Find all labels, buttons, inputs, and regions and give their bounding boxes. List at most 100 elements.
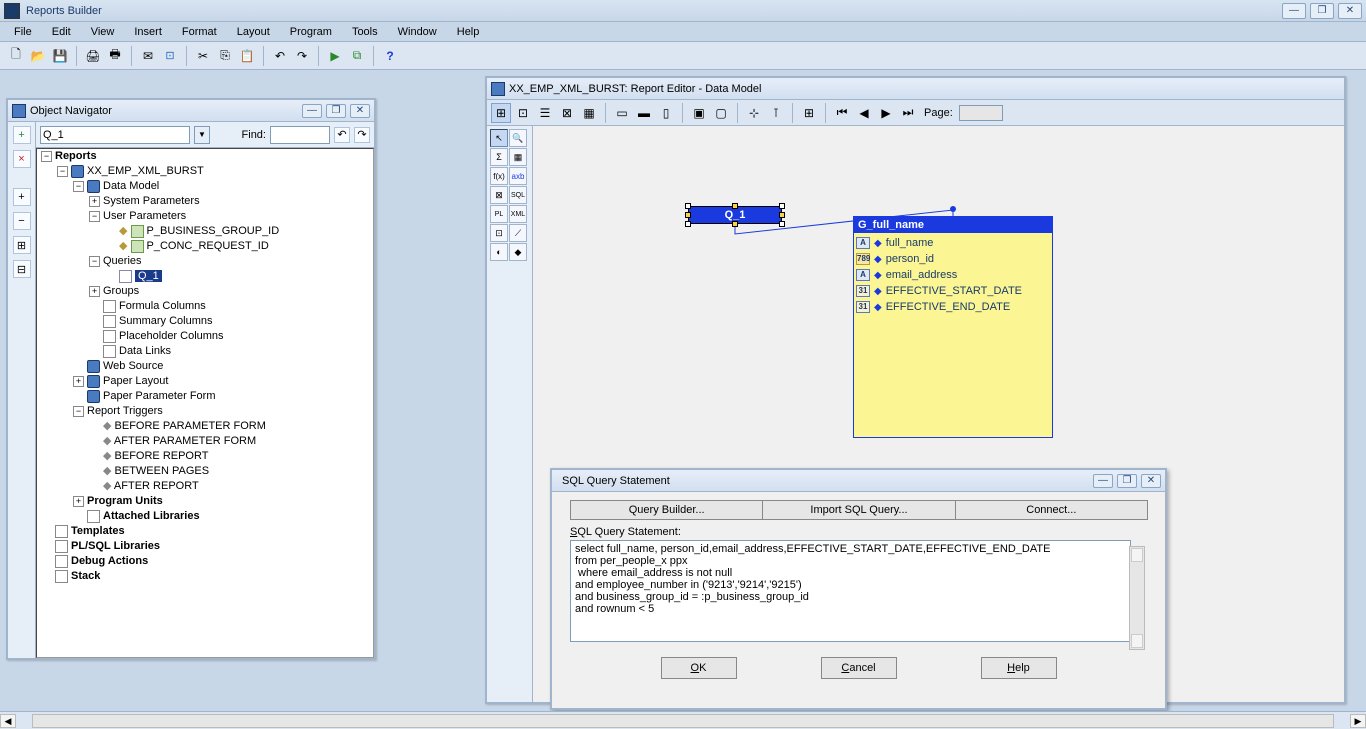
grid-icon[interactable]: ⊞ bbox=[799, 103, 819, 123]
tree-report[interactable]: XX_EMP_XML_BURST bbox=[87, 165, 204, 177]
restore-button[interactable]: ❐ bbox=[1310, 3, 1334, 19]
crossprod-icon[interactable]: ⊠ bbox=[490, 186, 508, 204]
tree-t-before-pf[interactable]: BEFORE PARAMETER FORM bbox=[115, 420, 266, 432]
tree-t-between[interactable]: BETWEEN PAGES bbox=[115, 465, 210, 477]
placeholder-icon[interactable]: f(x) bbox=[490, 167, 508, 185]
menu-program[interactable]: Program bbox=[280, 24, 342, 40]
menu-format[interactable]: Format bbox=[172, 24, 227, 40]
tree-datalinks[interactable]: Data Links bbox=[119, 345, 171, 357]
tree-debug[interactable]: Debug Actions bbox=[71, 555, 148, 567]
query-node[interactable]: Q_1 bbox=[688, 206, 782, 224]
sql-close-button[interactable]: ✕ bbox=[1141, 474, 1161, 488]
align2-icon[interactable]: ⊺ bbox=[766, 103, 786, 123]
tree-p-conc[interactable]: P_CONC_REQUEST_ID bbox=[147, 240, 269, 252]
web-icon[interactable]: ⊡ bbox=[160, 46, 180, 66]
xml-icon[interactable]: XML bbox=[509, 205, 527, 223]
tree-q1[interactable]: Q_1 bbox=[135, 270, 162, 282]
delete-icon[interactable]: × bbox=[13, 150, 31, 168]
menu-tools[interactable]: Tools bbox=[342, 24, 388, 40]
menu-layout[interactable]: Layout bbox=[227, 24, 280, 40]
insert-field-icon[interactable]: ▬ bbox=[634, 103, 654, 123]
tree-prog-units[interactable]: Program Units bbox=[87, 495, 163, 507]
insert-text-icon[interactable]: ▯ bbox=[656, 103, 676, 123]
objnav-titlebar[interactable]: Object Navigator — ❐ ✕ bbox=[8, 100, 374, 122]
page-input[interactable] bbox=[959, 105, 1003, 121]
collapse-icon[interactable]: − bbox=[13, 212, 31, 230]
group-column[interactable]: A◆full_name bbox=[856, 235, 1050, 251]
scroll-right-icon[interactable]: ▶ bbox=[1350, 714, 1366, 728]
tree-groups[interactable]: Groups bbox=[103, 285, 139, 297]
tree-summary[interactable]: Summary Columns bbox=[119, 315, 213, 327]
tree-user-params[interactable]: User Parameters bbox=[103, 210, 186, 222]
copy-icon[interactable]: ⎘ bbox=[215, 46, 235, 66]
group-column[interactable]: 31◆EFFECTIVE_END_DATE bbox=[856, 299, 1050, 315]
sql-restore-button[interactable]: ❐ bbox=[1117, 474, 1137, 488]
workspace-hscroll[interactable]: ◀ ▶ bbox=[0, 711, 1366, 729]
tree-websource[interactable]: Web Source bbox=[103, 360, 163, 372]
sql-query-icon[interactable]: SQL bbox=[509, 186, 527, 204]
collapse-all-icon[interactable]: ⊟ bbox=[13, 260, 31, 278]
tree-t-after-rep[interactable]: AFTER REPORT bbox=[114, 480, 199, 492]
help-icon[interactable]: ? bbox=[380, 46, 400, 66]
tree-data-model[interactable]: Data Model bbox=[103, 180, 159, 192]
find-next-icon[interactable]: ↷ bbox=[354, 127, 370, 143]
menu-edit[interactable]: Edit bbox=[42, 24, 81, 40]
tree-reports[interactable]: Reports bbox=[55, 150, 97, 162]
sql-minimize-button[interactable]: — bbox=[1093, 474, 1113, 488]
create-icon[interactable]: + bbox=[13, 126, 31, 144]
scroll-left-icon[interactable]: ◀ bbox=[0, 714, 16, 728]
objnav-close-button[interactable]: ✕ bbox=[350, 104, 370, 118]
next-page-icon[interactable]: ▶ bbox=[876, 103, 896, 123]
view-datamodel-icon[interactable]: ⊞ bbox=[491, 103, 511, 123]
group-header[interactable]: G_full_name bbox=[854, 217, 1052, 233]
sql-tab-import[interactable]: Import SQL Query... bbox=[762, 500, 955, 520]
prev-page-icon[interactable]: ◀ bbox=[854, 103, 874, 123]
plsql-icon[interactable]: PL bbox=[490, 205, 508, 223]
objnav-minimize-button[interactable]: — bbox=[302, 104, 322, 118]
group-column[interactable]: A◆email_address bbox=[856, 267, 1050, 283]
sql-tab-connect[interactable]: Connect... bbox=[955, 500, 1148, 520]
find-prev-icon[interactable]: ↶ bbox=[334, 127, 350, 143]
object-tree[interactable]: −Reports −XX_EMP_XML_BURST −Data Model +… bbox=[36, 148, 374, 658]
last-page-icon[interactable]: ⏭ bbox=[898, 103, 918, 123]
zoom-out-icon[interactable]: ▢ bbox=[711, 103, 731, 123]
compile-icon[interactable]: ▶ bbox=[325, 46, 345, 66]
formula-col-icon[interactable]: ▦ bbox=[509, 148, 527, 166]
axb-icon[interactable]: axb bbox=[509, 167, 527, 185]
zoom-in-icon[interactable]: ▣ bbox=[689, 103, 709, 123]
tree-t-after-pf[interactable]: AFTER PARAMETER FORM bbox=[114, 435, 256, 447]
menu-view[interactable]: View bbox=[81, 24, 125, 40]
object-dropdown-button[interactable]: ▼ bbox=[194, 126, 210, 144]
align-icon[interactable]: ⊹ bbox=[744, 103, 764, 123]
sql-help-button[interactable]: Help bbox=[981, 657, 1057, 679]
view-paper-icon[interactable]: ▦ bbox=[579, 103, 599, 123]
sql-textarea[interactable] bbox=[570, 540, 1131, 642]
redo-icon[interactable]: ↷ bbox=[292, 46, 312, 66]
view-layout-icon[interactable]: ⊡ bbox=[513, 103, 533, 123]
first-page-icon[interactable]: ⏮ bbox=[832, 103, 852, 123]
magnify-icon[interactable]: 🔍 bbox=[509, 129, 527, 147]
tree-att-lib[interactable]: Attached Libraries bbox=[103, 510, 200, 522]
jdbc-icon[interactable]: ◐ bbox=[490, 243, 508, 261]
find-input[interactable] bbox=[270, 126, 330, 144]
sql-cancel-button[interactable]: Cancel bbox=[821, 657, 897, 679]
tree-p-bgid[interactable]: P_BUSINESS_GROUP_ID bbox=[147, 225, 280, 237]
datalink-icon[interactable]: ⟋ bbox=[509, 224, 527, 242]
group-column[interactable]: 31◆EFFECTIVE_START_DATE bbox=[856, 283, 1050, 299]
print-preview-icon[interactable]: 🖶 bbox=[105, 46, 125, 66]
tree-sys-params[interactable]: System Parameters bbox=[103, 195, 200, 207]
mail-icon[interactable]: ✉ bbox=[138, 46, 158, 66]
insert-frame-icon[interactable]: ▭ bbox=[612, 103, 632, 123]
tree-queries[interactable]: Queries bbox=[103, 255, 142, 267]
tree-plsql[interactable]: PL/SQL Libraries bbox=[71, 540, 160, 552]
group-node[interactable]: G_full_name A◆full_name789◆person_idA◆em… bbox=[853, 216, 1053, 438]
expand-icon[interactable]: + bbox=[13, 188, 31, 206]
expand-all-icon[interactable]: ⊞ bbox=[13, 236, 31, 254]
save-icon[interactable]: 💾 bbox=[50, 46, 70, 66]
tree-paper-param[interactable]: Paper Parameter Form bbox=[103, 390, 215, 402]
objnav-restore-button[interactable]: ❐ bbox=[326, 104, 346, 118]
sql-titlebar[interactable]: SQL Query Statement — ❐ ✕ bbox=[552, 470, 1165, 492]
refcursor-icon[interactable]: ⊡ bbox=[490, 224, 508, 242]
tree-templates[interactable]: Templates bbox=[71, 525, 125, 537]
tree-rep-triggers[interactable]: Report Triggers bbox=[87, 405, 163, 417]
